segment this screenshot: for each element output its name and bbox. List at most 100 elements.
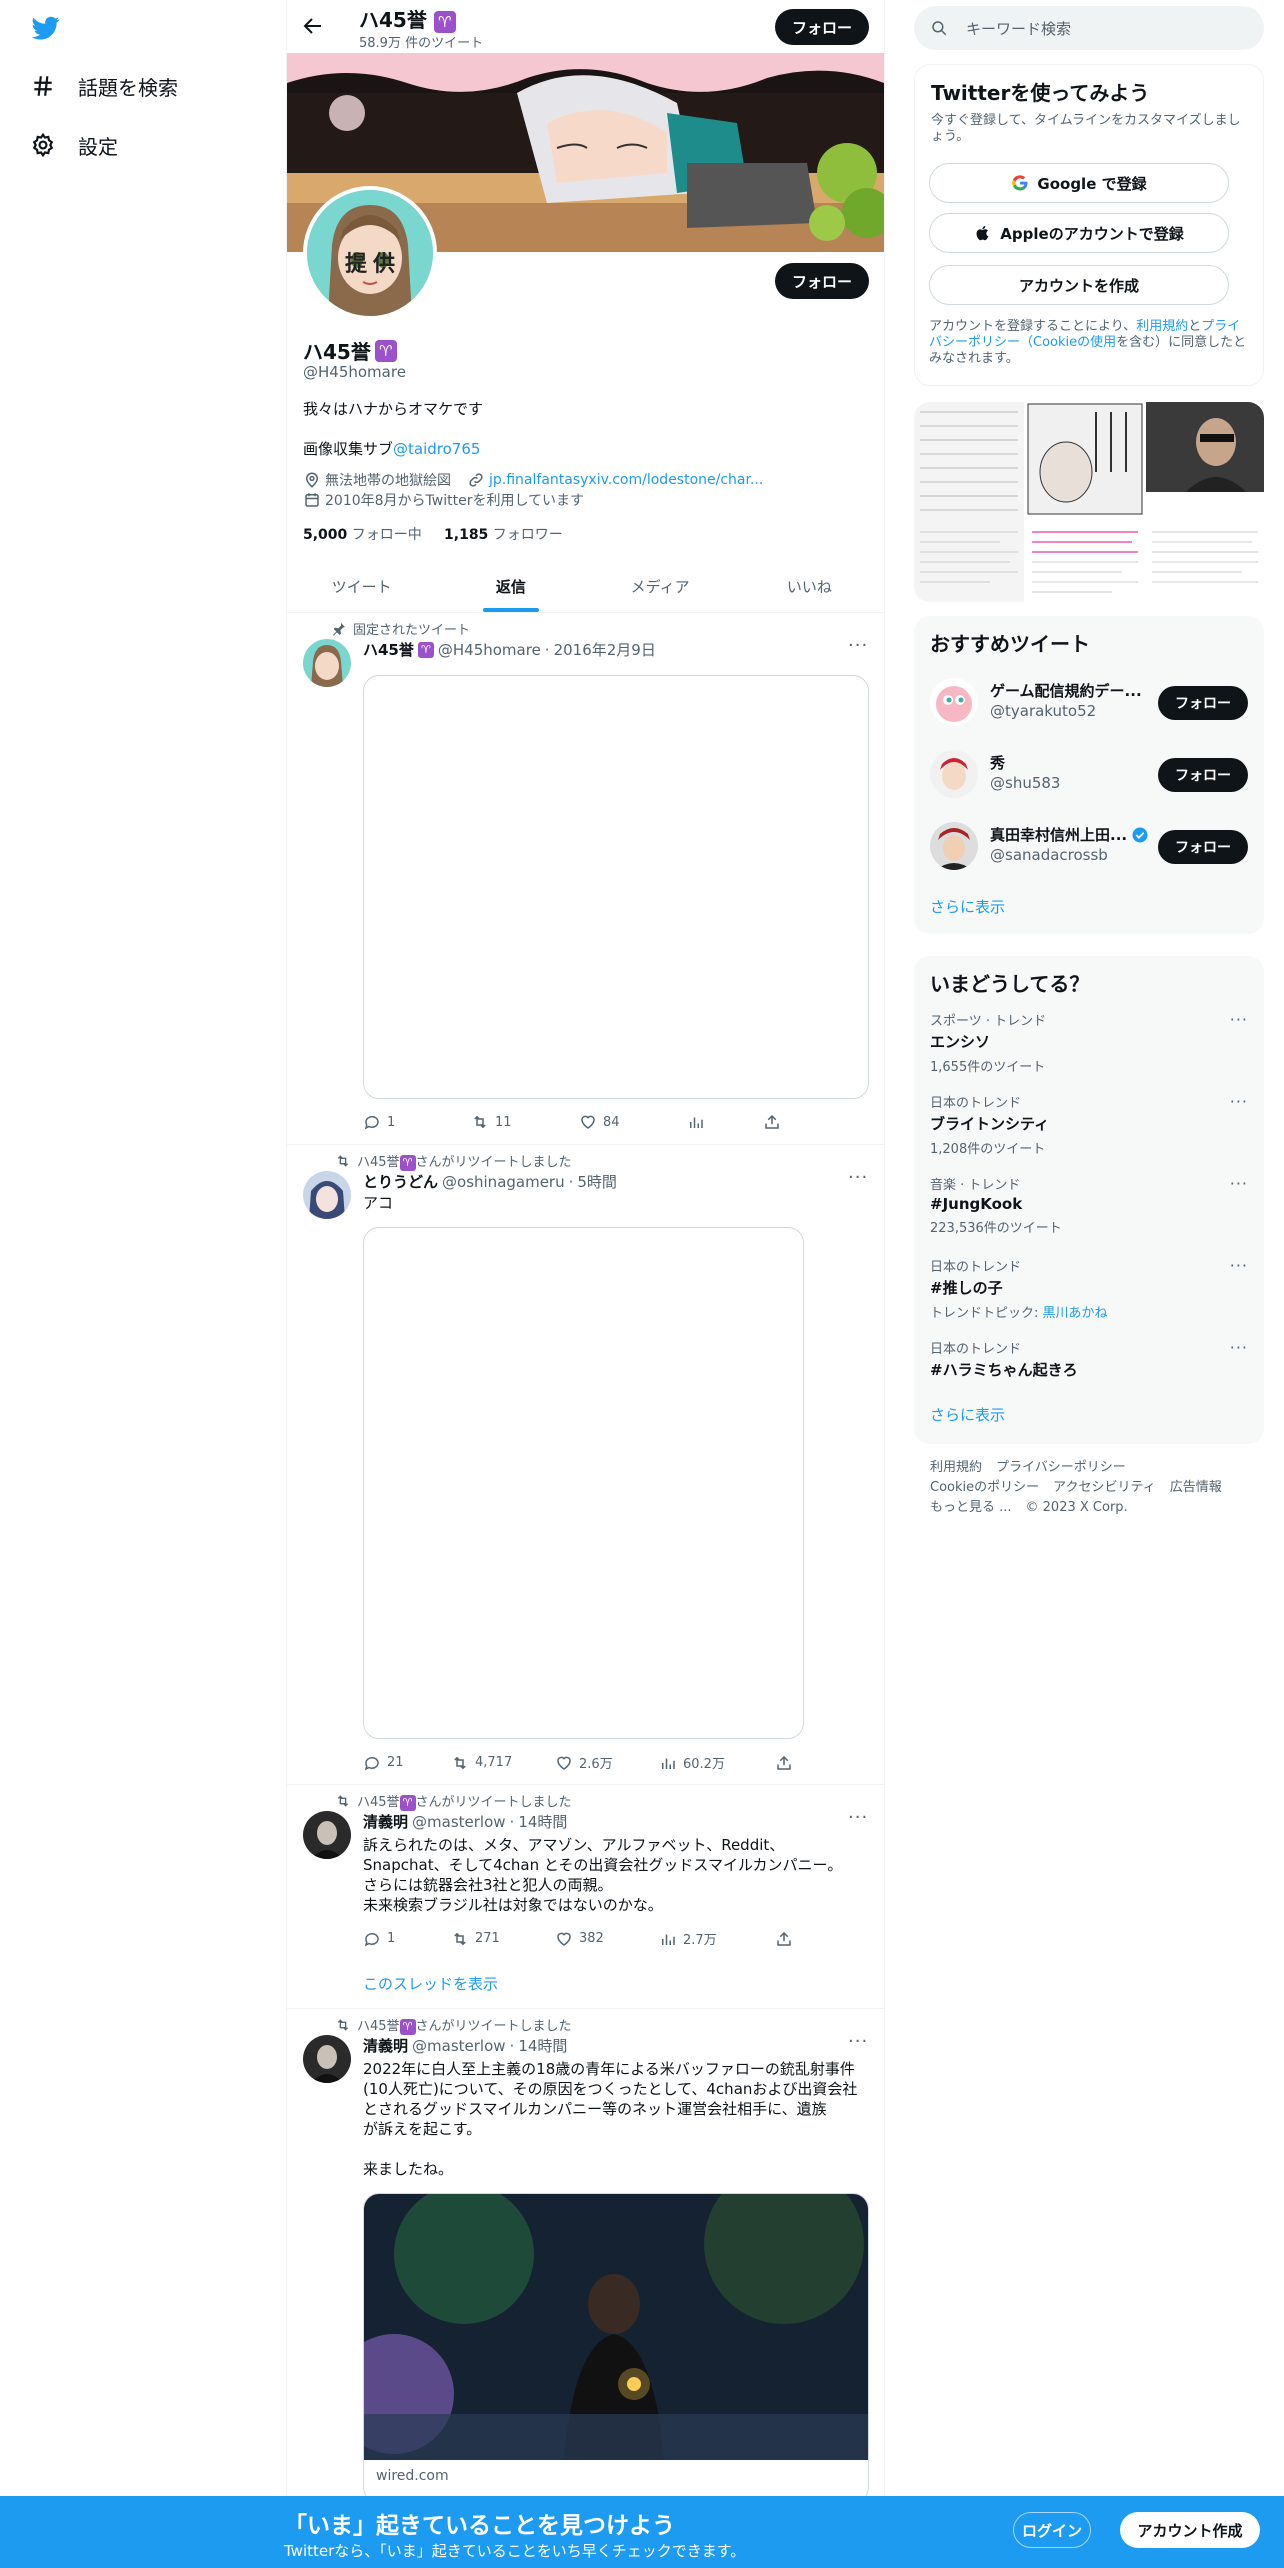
reco-handle[interactable]: @sanadacrossb [990,846,1108,864]
share-button[interactable] [775,1929,793,1948]
tweet-author-handle[interactable]: @H45homare [438,641,541,659]
retweet-button[interactable]: 11 [471,1113,579,1131]
tweet-time[interactable]: 2016年2月9日 [554,639,656,660]
reco-handle[interactable]: @shu583 [990,774,1060,792]
reco-name[interactable]: 真田幸村信州上田... [990,824,1149,845]
terms-link[interactable]: 利用規約 [1136,319,1188,334]
reco-follow-button[interactable]: フォロー [1158,758,1248,792]
reco-follow-button[interactable]: フォロー [1158,830,1248,864]
reply-button[interactable]: 1 [363,1113,471,1131]
reco-item[interactable]: 秀 @shu583 フォロー [930,744,1248,804]
tweet-time[interactable]: 14時間 [518,1811,567,1832]
trend-item[interactable]: 日本のトレンド ブライトンシティ 1,208件のツイート ··· [930,1092,1248,1157]
following-link[interactable]: 5,000 フォロー中 [303,527,422,543]
avatar[interactable] [930,750,978,798]
avatar[interactable] [930,678,978,726]
profile-avatar[interactable]: 提供 [303,186,437,320]
tab-likes[interactable]: いいね [735,560,884,612]
share-button[interactable] [775,1753,793,1772]
like-button[interactable]: 84 [579,1113,687,1131]
photo-thumbnail[interactable] [1026,402,1144,602]
retweet-button[interactable]: 271 [451,1929,555,1948]
footer-link[interactable]: Cookieのポリシー [930,1480,1039,1495]
search-input[interactable]: キーワード検索 [914,6,1264,50]
trend-item[interactable]: 日本のトレンド #ハラミちゃん起きろ ··· [930,1338,1248,1380]
share-button[interactable] [763,1113,781,1131]
tweet[interactable]: ハ45誉 ♈ さんがリツイートしました とりうどん @oshinagameru · … [287,1145,884,1785]
avatar[interactable] [303,639,351,687]
avatar[interactable] [930,822,978,870]
avatar[interactable] [303,2035,351,2083]
link-card[interactable]: wired.com [363,2193,869,2503]
trend-item[interactable]: 日本のトレンド #推しの子 トレンドトピック: 黒川あかね ··· [930,1256,1248,1321]
cookie-link[interactable]: （Cookieの使用 [1020,335,1116,350]
reco-item[interactable]: ゲーム配信規約デー... @tyarakuto52 フォロー [930,672,1248,732]
more-options-icon[interactable]: ··· [848,2033,868,2055]
reco-name[interactable]: ゲーム配信規約デー... [990,680,1142,701]
trends-show-more-link[interactable]: さらに表示 [930,1404,1005,1425]
tweet-media[interactable] [363,1227,804,1739]
like-button[interactable]: 2.6万 [555,1753,659,1772]
apple-signup-button[interactable]: Appleのアカウントで登録 [929,213,1229,253]
photo-thumbnail[interactable] [1146,402,1264,602]
reply-button[interactable]: 21 [363,1753,451,1772]
avatar[interactable] [303,1171,351,1219]
more-options-icon[interactable]: ··· [1230,1010,1248,1029]
views-button[interactable]: 2.7万 [659,1929,775,1948]
reply-button[interactable]: 1 [363,1929,451,1948]
google-signup-button[interactable]: Google で登録 [929,163,1229,203]
bio-mention-link[interactable]: @taidro765 [393,440,480,458]
tab-replies[interactable]: 返信 [436,560,585,612]
profile-website-link[interactable]: jp.finalfantasyxiv.com/lodestone/char... [489,472,763,488]
show-thread-link[interactable]: このスレッドを表示 [363,1973,498,1994]
tweet-time[interactable]: 14時間 [518,2035,567,2056]
views-button[interactable] [687,1113,763,1131]
reco-name[interactable]: 秀 [990,752,1005,773]
more-options-icon[interactable]: ··· [1230,1338,1248,1357]
back-arrow-icon[interactable] [301,14,325,38]
profile-follow-button[interactable]: フォロー [775,263,869,299]
tab-media[interactable]: メディア [586,560,735,612]
trend-item[interactable]: 音楽 · トレンド #JungKook 223,536件のツイート ··· [930,1174,1248,1236]
avatar[interactable] [303,1811,351,1859]
more-options-icon[interactable]: ··· [1230,1174,1248,1193]
more-options-icon[interactable]: ··· [848,637,868,659]
footer-link[interactable]: もっと見る ... [930,1500,1012,1515]
footer-link[interactable]: 広告情報 [1170,1480,1222,1495]
tweet-time[interactable]: 5時間 [577,1171,617,1192]
trend-topic-link[interactable]: 黒川あかね [1043,1306,1108,1321]
tweet[interactable]: ハ45誉 ♈ さんがリツイートしました 清義明 @masterlow · 14時間 … [287,2009,884,2503]
topbar-follow-button[interactable]: フォロー [775,9,869,45]
tweet-author-name[interactable]: とりうどん [363,1171,438,1192]
create-account-button[interactable]: アカウントを作成 [929,265,1229,305]
tweet-author-name[interactable]: 清義明 [363,1811,408,1832]
retweet-button[interactable]: 4,717 [451,1753,555,1772]
footer-link[interactable]: 利用規約 [930,1460,982,1475]
tweet-author-handle[interactable]: @masterlow [412,2037,506,2055]
reco-follow-button[interactable]: フォロー [1158,686,1248,720]
trend-item[interactable]: スポーツ · トレンド エンシソ 1,655件のツイート ··· [930,1010,1248,1075]
tweet-author-handle[interactable]: @oshinagameru [442,1173,565,1191]
more-options-icon[interactable]: ··· [848,1169,868,1191]
tab-tweets[interactable]: ツイート [287,560,436,612]
tweet[interactable]: ハ45誉 ♈ さんがリツイートしました 清義明 @masterlow · 14時間 … [287,1785,884,2009]
twitter-logo-icon[interactable] [30,14,62,42]
reco-handle[interactable]: @tyarakuto52 [990,702,1096,720]
more-options-icon[interactable]: ··· [848,1809,868,1831]
views-button[interactable]: 60.2万 [659,1753,775,1772]
tweet-author-name[interactable]: ハ45誉 [363,639,414,660]
like-button[interactable]: 382 [555,1929,659,1948]
media-photo-grid[interactable] [914,402,1264,602]
photo-thumbnail[interactable] [914,402,1024,602]
tweet[interactable]: 固定されたツイート ハ45誉 ♈ @H45homare · 2016年2月9日 ·… [287,613,884,1145]
footer-link[interactable]: プライバシーポリシー [996,1460,1126,1475]
tweet-author-handle[interactable]: @masterlow [412,1813,506,1831]
signup-button[interactable]: アカウント作成 [1120,2512,1260,2548]
more-options-icon[interactable]: ··· [1230,1092,1248,1111]
nav-settings[interactable]: 設定 [30,125,118,165]
nav-explore[interactable]: 話題を検索 [30,66,178,106]
tweet-media[interactable] [363,675,869,1099]
tweet-author-name[interactable]: 清義明 [363,2035,408,2056]
footer-link[interactable]: アクセシビリティ [1053,1480,1156,1495]
more-options-icon[interactable]: ··· [1230,1256,1248,1275]
